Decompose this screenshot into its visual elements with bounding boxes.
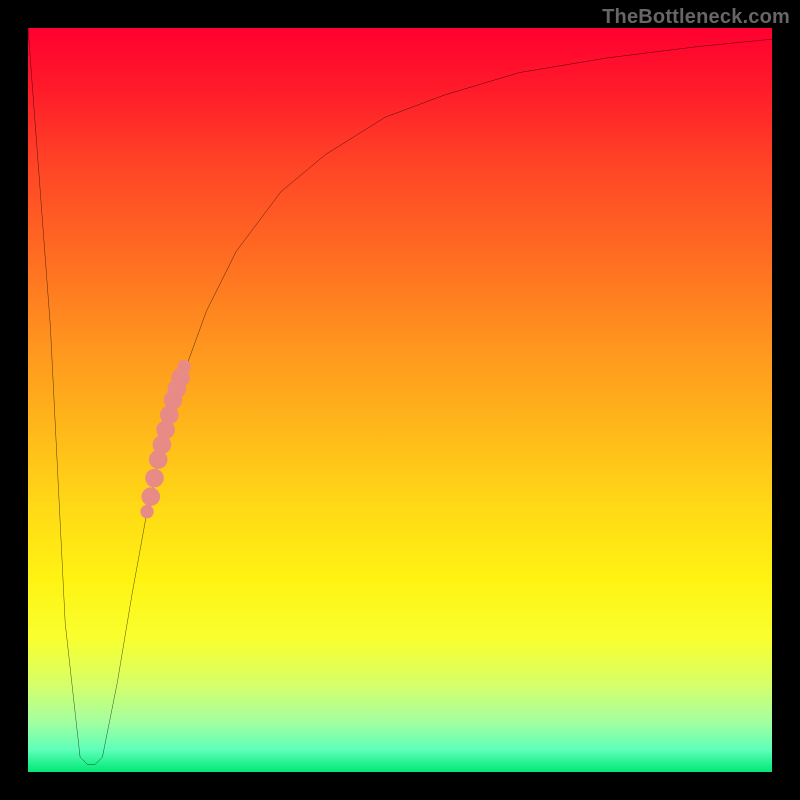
bottleneck-curve — [28, 28, 772, 765]
chart-frame: TheBottleneck.com — [0, 0, 800, 800]
plot-area — [28, 28, 772, 772]
highlight-dot — [140, 505, 153, 518]
watermark-text: TheBottleneck.com — [602, 6, 790, 29]
highlight-dot — [178, 360, 191, 373]
curve-layer — [28, 28, 772, 772]
highlight-dot — [145, 469, 164, 488]
highlight-dots — [140, 360, 191, 518]
highlight-dot — [141, 487, 160, 506]
